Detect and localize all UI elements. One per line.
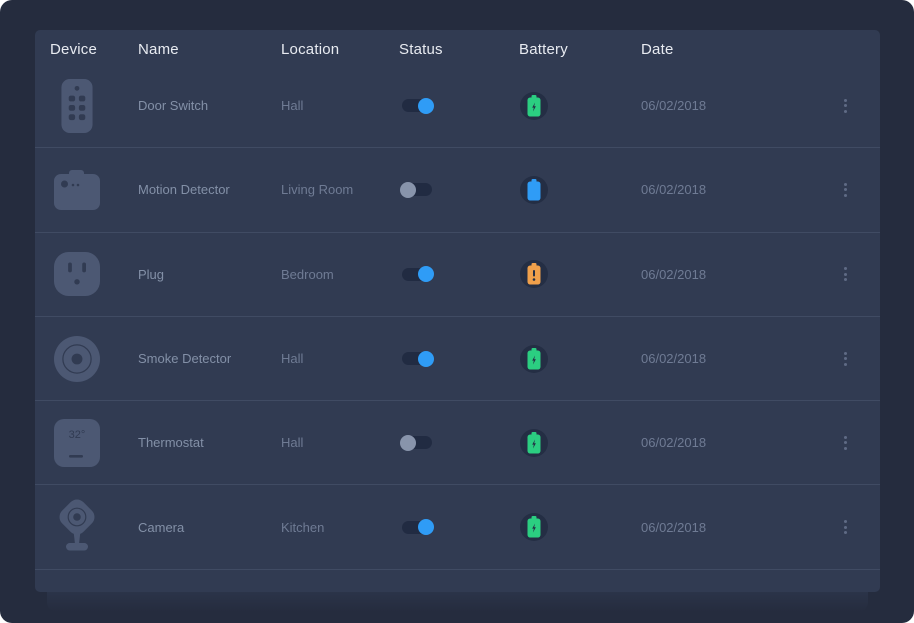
column-header-device: Device <box>50 41 138 58</box>
table-row: Camera Kitchen 06/02/2018 <box>35 485 880 569</box>
status-toggle[interactable] <box>402 99 432 112</box>
row-menu-button[interactable] <box>825 348 865 370</box>
device-date: 06/02/2018 <box>641 351 825 366</box>
battery-cell <box>519 260 641 288</box>
status-cell <box>399 521 519 534</box>
device-location: Bedroom <box>281 267 399 282</box>
device-name: Thermostat <box>138 435 281 450</box>
status-cell <box>399 183 519 196</box>
toggle-knob <box>400 435 416 451</box>
table-row: Thermostat Hall 06/02/2018 <box>35 401 880 485</box>
device-cell <box>50 499 138 555</box>
battery-indicator <box>520 92 548 120</box>
camera-icon <box>54 499 100 555</box>
status-cell <box>399 352 519 365</box>
table-body: Door Switch Hall 06/02/2018 Motion Detec… <box>35 64 880 570</box>
device-name: Plug <box>138 267 281 282</box>
device-location: Hall <box>281 435 399 450</box>
plug-icon <box>54 246 100 302</box>
battery-cell <box>519 92 641 120</box>
device-name: Motion Detector <box>138 182 281 197</box>
column-header-location: Location <box>281 41 399 58</box>
status-cell <box>399 99 519 112</box>
table-row: Plug Bedroom 06/02/2018 <box>35 233 880 317</box>
status-toggle[interactable] <box>402 436 432 449</box>
kebab-menu-icon <box>840 263 851 285</box>
battery-cell <box>519 176 641 204</box>
row-menu-button[interactable] <box>825 95 865 117</box>
thermostat-icon <box>54 415 100 471</box>
toggle-knob <box>418 351 434 367</box>
device-location: Kitchen <box>281 520 399 535</box>
battery-cell <box>519 513 641 541</box>
kebab-menu-icon <box>840 516 851 538</box>
toggle-knob <box>418 98 434 114</box>
device-cell <box>50 415 138 471</box>
device-location: Living Room <box>281 182 399 197</box>
device-name: Smoke Detector <box>138 351 281 366</box>
battery-icon <box>527 263 541 285</box>
app-background: Device Name Location Status Battery Date… <box>0 0 914 623</box>
devices-table: Device Name Location Status Battery Date… <box>35 30 880 592</box>
kebab-menu-icon <box>840 95 851 117</box>
table-row: Door Switch Hall 06/02/2018 <box>35 64 880 148</box>
toggle-knob <box>418 519 434 535</box>
battery-icon <box>527 95 541 117</box>
device-cell <box>50 331 138 387</box>
battery-cell <box>519 429 641 457</box>
battery-icon <box>527 179 541 201</box>
motion-detector-icon <box>54 162 100 218</box>
device-date: 06/02/2018 <box>641 182 825 197</box>
device-date: 06/02/2018 <box>641 98 825 113</box>
row-menu-button[interactable] <box>825 263 865 285</box>
battery-cell <box>519 345 641 373</box>
row-menu-button[interactable] <box>825 432 865 454</box>
battery-indicator <box>520 176 548 204</box>
device-date: 06/02/2018 <box>641 435 825 450</box>
battery-icon <box>527 432 541 454</box>
battery-icon <box>527 516 541 538</box>
battery-indicator <box>520 260 548 288</box>
status-cell <box>399 268 519 281</box>
smoke-detector-icon <box>54 331 100 387</box>
column-header-status: Status <box>399 41 519 58</box>
device-location: Hall <box>281 98 399 113</box>
status-toggle[interactable] <box>402 183 432 196</box>
toggle-knob <box>418 266 434 282</box>
battery-indicator <box>520 513 548 541</box>
table-row: Smoke Detector Hall 06/02/2018 <box>35 317 880 401</box>
row-menu-button[interactable] <box>825 179 865 201</box>
kebab-menu-icon <box>840 348 851 370</box>
device-date: 06/02/2018 <box>641 267 825 282</box>
device-name: Camera <box>138 520 281 535</box>
table-header: Device Name Location Status Battery Date <box>35 30 880 64</box>
status-cell <box>399 436 519 449</box>
battery-indicator <box>520 429 548 457</box>
battery-indicator <box>520 345 548 373</box>
table-row: Motion Detector Living Room 06/02/2018 <box>35 148 880 232</box>
column-header-battery: Battery <box>519 41 641 58</box>
device-cell <box>50 78 138 134</box>
kebab-menu-icon <box>840 432 851 454</box>
device-date: 06/02/2018 <box>641 520 825 535</box>
kebab-menu-icon <box>840 179 851 201</box>
remote-icon <box>54 78 100 134</box>
column-header-name: Name <box>138 41 281 58</box>
row-menu-button[interactable] <box>825 516 865 538</box>
device-cell <box>50 246 138 302</box>
toggle-knob <box>400 182 416 198</box>
device-location: Hall <box>281 351 399 366</box>
status-toggle[interactable] <box>402 268 432 281</box>
column-header-date: Date <box>641 41 825 58</box>
status-toggle[interactable] <box>402 521 432 534</box>
card-shadow <box>47 592 868 612</box>
battery-icon <box>527 348 541 370</box>
device-name: Door Switch <box>138 98 281 113</box>
device-cell <box>50 162 138 218</box>
status-toggle[interactable] <box>402 352 432 365</box>
